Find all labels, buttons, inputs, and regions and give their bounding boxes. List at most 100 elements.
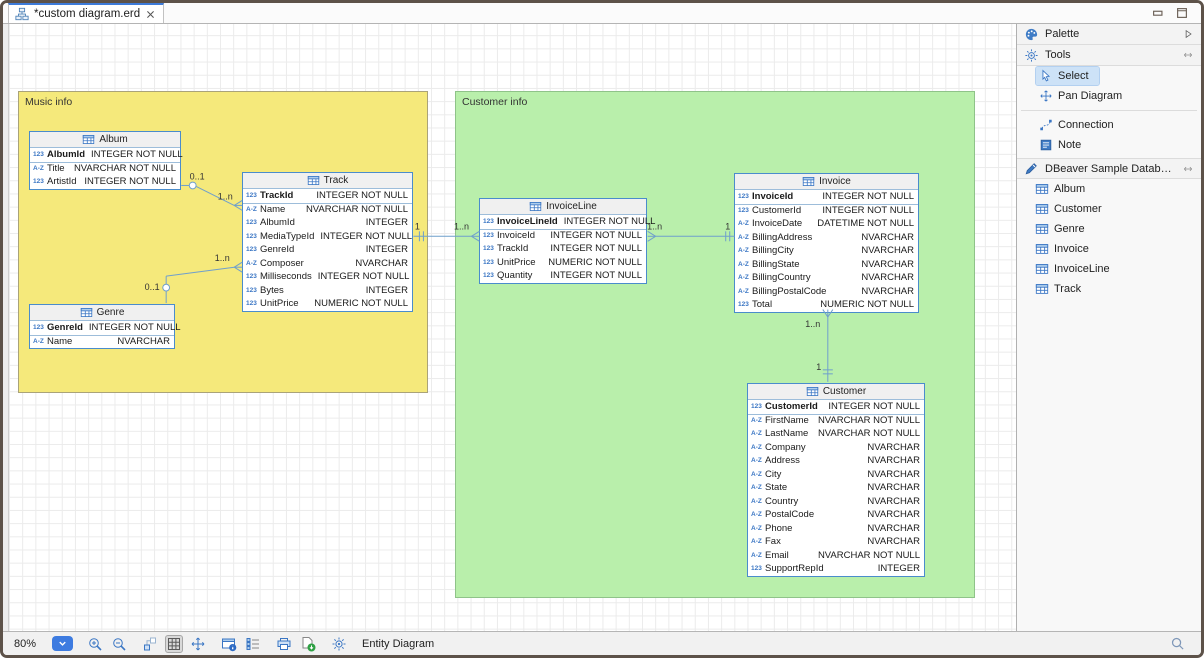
- pin-icon[interactable]: [1182, 49, 1194, 61]
- column-billingpostalcode[interactable]: A-ZBillingPostalCodeNVARCHAR: [735, 285, 918, 299]
- pin-icon[interactable]: [1182, 163, 1194, 175]
- tools-section-header[interactable]: Tools: [1017, 45, 1201, 66]
- palette-table-customer[interactable]: Customer: [1017, 199, 1201, 219]
- entity-track[interactable]: Track 123TrackIdINTEGER NOT NULLA-ZNameNV…: [242, 172, 413, 312]
- entity-header[interactable]: InvoiceLine: [480, 199, 646, 215]
- minimize-icon[interactable]: [1151, 6, 1165, 20]
- zoom-level-combo[interactable]: 80%: [14, 636, 73, 651]
- column-milliseconds[interactable]: 123MillisecondsINTEGER NOT NULL: [243, 270, 412, 284]
- column-phone[interactable]: A-ZPhoneNVARCHAR: [748, 522, 924, 536]
- entity-genre[interactable]: Genre123GenreIdINTEGER NOT NULLA-ZNameNV…: [29, 304, 175, 349]
- export-diagram-button[interactable]: [299, 635, 317, 653]
- palette-header[interactable]: Palette: [1017, 24, 1201, 45]
- column-postalcode[interactable]: A-ZPostalCodeNVARCHAR: [748, 508, 924, 522]
- palette-table-genre[interactable]: Genre: [1017, 219, 1201, 239]
- entity-invoice[interactable]: Invoice123InvoiceIdINTEGER NOT NULL123Cu…: [734, 173, 919, 313]
- column-type: INTEGER NOT NULL: [78, 176, 176, 187]
- column-unitprice[interactable]: 123UnitPriceNUMERIC NOT NULL: [480, 256, 646, 270]
- column-unitprice[interactable]: 123UnitPriceNUMERIC NOT NULL: [243, 297, 412, 311]
- palette-separator: [1021, 110, 1197, 111]
- column-mediatypeid[interactable]: 123MediaTypeIdINTEGER NOT NULL: [243, 230, 412, 244]
- entity-customer[interactable]: Customer123CustomerIdINTEGER NOT NULLA-Z…: [747, 383, 925, 577]
- column-country[interactable]: A-ZCountryNVARCHAR: [748, 495, 924, 509]
- column-genreid[interactable]: 123GenreIdINTEGER: [243, 243, 412, 257]
- column-invoicelineid[interactable]: 123InvoiceLineIdINTEGER NOT NULL: [480, 215, 646, 229]
- diagram-settings-button[interactable]: [330, 635, 348, 653]
- entity-header[interactable]: Genre: [30, 305, 174, 321]
- database-section-header[interactable]: DBeaver Sample Database ...: [1017, 158, 1201, 179]
- entity-header[interactable]: Album: [30, 132, 180, 148]
- column-state[interactable]: A-ZStateNVARCHAR: [748, 481, 924, 495]
- column-invoicedate[interactable]: A-ZInvoiceDateDATETIME NOT NULL: [735, 217, 918, 231]
- column-lastname[interactable]: A-ZLastNameNVARCHAR NOT NULL: [748, 427, 924, 441]
- palette-tool-note[interactable]: Note: [1017, 135, 1201, 155]
- column-billingstate[interactable]: A-ZBillingStateNVARCHAR: [735, 258, 918, 272]
- column-firstname[interactable]: A-ZFirstNameNVARCHAR NOT NULL: [748, 414, 924, 428]
- column-customerid[interactable]: 123CustomerIdINTEGER NOT NULL: [748, 400, 924, 414]
- column-genreid[interactable]: 123GenreIdINTEGER NOT NULL: [30, 321, 174, 335]
- column-billingaddress[interactable]: A-ZBillingAddressNVARCHAR: [735, 231, 918, 245]
- column-billingcity[interactable]: A-ZBillingCityNVARCHAR: [735, 244, 918, 258]
- zoom-out-button[interactable]: [110, 635, 128, 653]
- print-diagram-button[interactable]: [275, 635, 293, 653]
- column-company[interactable]: A-ZCompanyNVARCHAR: [748, 441, 924, 455]
- close-icon[interactable]: [145, 9, 156, 20]
- entity-header[interactable]: Customer: [748, 384, 924, 400]
- column-albumid[interactable]: 123AlbumIdINTEGER NOT NULL: [30, 148, 180, 162]
- column-supportrepid[interactable]: 123SupportRepIdINTEGER: [748, 562, 924, 576]
- column-city[interactable]: A-ZCityNVARCHAR: [748, 468, 924, 482]
- column-name: CustomerId: [765, 401, 818, 412]
- column-customerid[interactable]: 123CustomerIdINTEGER NOT NULL: [735, 204, 918, 218]
- column-composer[interactable]: A-ZComposerNVARCHAR: [243, 257, 412, 271]
- cardinality-label: 1: [816, 362, 821, 372]
- entity-invoiceline[interactable]: InvoiceLine123InvoiceLineIdINTEGER NOT N…: [479, 198, 647, 284]
- arrange-layout-button[interactable]: [141, 635, 159, 653]
- note-icon: [1039, 138, 1053, 152]
- column-billingcountry[interactable]: A-ZBillingCountryNVARCHAR: [735, 271, 918, 285]
- search-button[interactable]: [1169, 635, 1186, 652]
- column-quantity[interactable]: 123QuantityINTEGER NOT NULL: [480, 269, 646, 283]
- column-name: Bytes: [260, 285, 284, 296]
- palette-tool-label: Connection: [1058, 119, 1114, 131]
- column-invoiceid[interactable]: 123InvoiceIdINTEGER NOT NULL: [480, 229, 646, 243]
- palette-table-invoice[interactable]: Invoice: [1017, 239, 1201, 259]
- column-invoiceid[interactable]: 123InvoiceIdINTEGER NOT NULL: [735, 190, 918, 204]
- palette-tool-pan-diagram[interactable]: Pan Diagram: [1017, 86, 1201, 106]
- flyout-arrow-icon[interactable]: [1182, 28, 1194, 40]
- palette-tool-select[interactable]: Select: [1017, 66, 1201, 86]
- fit-page-button[interactable]: [189, 635, 207, 653]
- column-email[interactable]: A-ZEmailNVARCHAR NOT NULL: [748, 549, 924, 563]
- column-total[interactable]: 123TotalNUMERIC NOT NULL: [735, 298, 918, 312]
- column-trackid[interactable]: 123TrackIdINTEGER NOT NULL: [480, 242, 646, 256]
- column-name[interactable]: A-ZNameNVARCHAR NOT NULL: [243, 203, 412, 217]
- column-name: BillingCity: [752, 245, 794, 256]
- diagram-canvas[interactable]: Music infoCustomer infoAlbum123AlbumIdIN…: [3, 24, 1016, 631]
- column-title[interactable]: A-ZTitleNVARCHAR NOT NULL: [30, 162, 180, 176]
- diagram-properties-button[interactable]: [220, 635, 238, 653]
- toggle-outline-button[interactable]: [244, 635, 262, 653]
- entity-title: Track: [324, 175, 349, 186]
- column-artistid[interactable]: 123ArtistIdINTEGER NOT NULL: [30, 175, 180, 189]
- entity-header[interactable]: Track: [243, 173, 412, 189]
- zoom-in-button[interactable]: [86, 635, 104, 653]
- palette-table-track[interactable]: Track: [1017, 279, 1201, 299]
- column-address[interactable]: A-ZAddressNVARCHAR: [748, 454, 924, 468]
- column-trackid[interactable]: 123TrackIdINTEGER NOT NULL: [243, 189, 412, 203]
- toggle-grid-button[interactable]: [165, 635, 183, 653]
- numeric-type-icon: 123: [483, 259, 497, 266]
- column-type: NVARCHAR: [855, 245, 914, 256]
- zoom-dropdown-button[interactable]: [52, 636, 73, 651]
- palette-table-album[interactable]: Album: [1017, 179, 1201, 199]
- palette-tool-connection[interactable]: Connection: [1017, 115, 1201, 135]
- entity-header[interactable]: Invoice: [735, 174, 918, 190]
- entity-album[interactable]: Album123AlbumIdINTEGER NOT NULLA-ZTitleN…: [29, 131, 181, 190]
- maximize-icon[interactable]: [1175, 6, 1189, 20]
- tab-custom-diagram-erd[interactable]: *custom diagram.erd: [8, 3, 164, 23]
- column-bytes[interactable]: 123BytesINTEGER: [243, 284, 412, 298]
- column-name[interactable]: A-ZNameNVARCHAR: [30, 335, 174, 349]
- palette-table-invoiceline[interactable]: InvoiceLine: [1017, 259, 1201, 279]
- column-albumid[interactable]: 123AlbumIdINTEGER: [243, 216, 412, 230]
- numeric-type-icon: 123: [246, 287, 260, 294]
- column-fax[interactable]: A-ZFaxNVARCHAR: [748, 535, 924, 549]
- column-type: DATETIME NOT NULL: [811, 218, 914, 229]
